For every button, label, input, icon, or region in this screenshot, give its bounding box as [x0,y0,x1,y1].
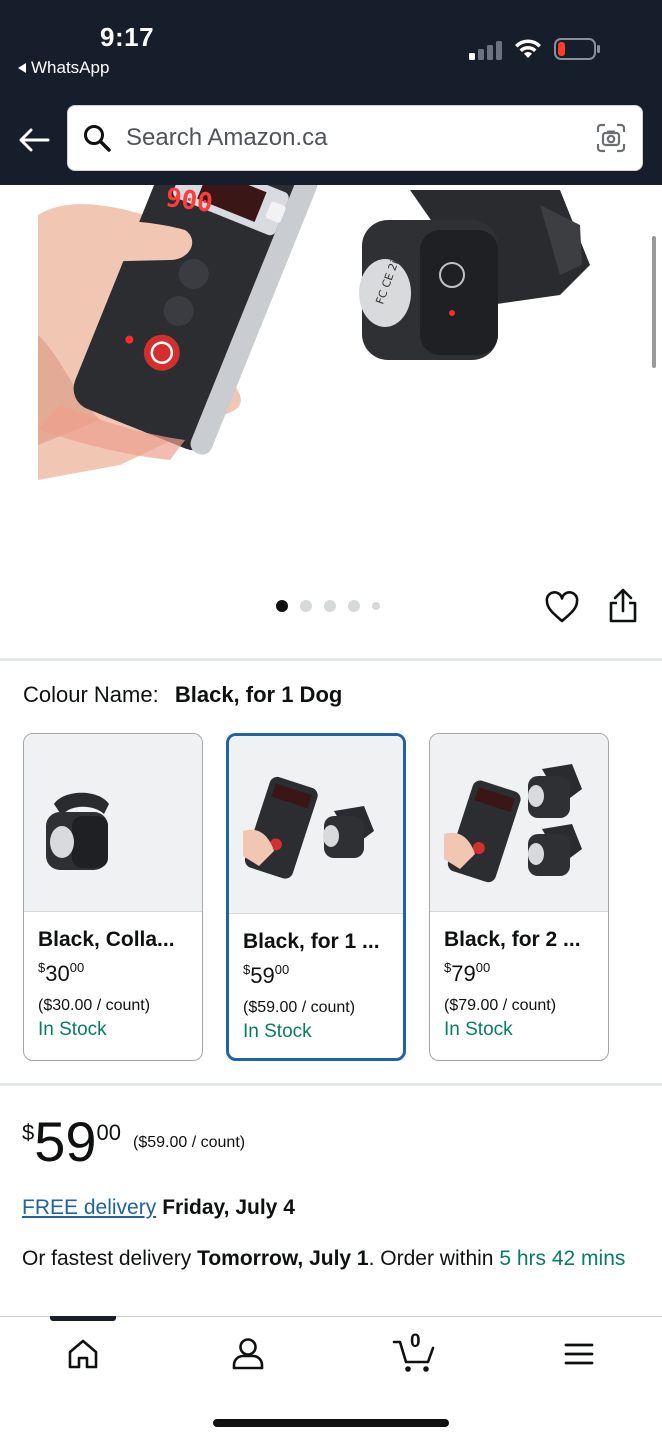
fastest-delivery-prefix: Or fastest delivery [22,1247,192,1270]
swatch-availability: In Stock [243,1021,312,1042]
order-within-prefix: . Order within [368,1247,494,1270]
back-to-app-link[interactable]: WhatsApp [18,58,109,78]
carousel-pagination[interactable] [276,600,380,612]
swatch-image [430,734,608,912]
home-icon[interactable] [63,1334,103,1374]
back-triangle-icon [18,63,26,73]
product-price: $ 59 00 ($59.00 / count) [22,1114,245,1170]
swatch-availability: In Stock [444,1019,513,1040]
account-icon[interactable] [228,1334,268,1374]
swatch-availability: In Stock [38,1019,107,1040]
active-tab-indicator [50,1316,116,1321]
share-icon[interactable] [606,587,640,625]
cellular-signal-icon [469,40,503,60]
free-delivery-link[interactable]: FREE delivery [22,1196,156,1219]
swatch-price: $3000 [38,960,85,986]
swatch-name: Black, Colla... [38,928,175,951]
colour-name-label: Colour Name: [23,682,159,707]
swatch-unit-price: ($59.00 / count) [243,999,356,1016]
carousel-dot[interactable] [348,600,360,612]
colour-selected-value: Black, for 1 Dog [174,682,343,707]
carousel-dot[interactable] [324,600,336,612]
section-divider [0,1083,662,1086]
cart-button[interactable]: 0 [392,1331,438,1374]
search-icon [84,125,111,152]
price-per-unit: ($59.00 / count) [133,1134,246,1151]
wifi-icon [515,39,541,58]
battery-low-icon [554,38,600,60]
back-arrow-icon[interactable] [16,122,52,158]
heart-icon[interactable] [544,590,580,626]
carousel-dot[interactable] [300,600,312,612]
price-currency: $ [22,1120,35,1145]
search-input[interactable]: Search Amazon.ca [126,124,596,152]
swatch-price: $7900 [444,960,491,986]
product-image: 900 FC CE 2in1 [38,185,590,480]
status-time: 9:17 [100,22,155,52]
swatch-unit-price: ($79.00 / count) [444,997,557,1014]
section-divider [0,658,662,661]
search-bar[interactable]: Search Amazon.ca [67,105,643,171]
swatch-image [229,736,403,914]
carousel-dot-active[interactable] [276,600,288,612]
fastest-delivery-date: Tomorrow, July 1 [197,1247,369,1270]
home-indicator[interactable] [213,1419,449,1427]
menu-icon[interactable] [559,1334,599,1374]
product-image-carousel[interactable]: 900 FC CE 2in1 [0,185,662,585]
swatch-price: $5900 [243,962,290,988]
colour-swatch-collar[interactable]: Black, Colla... $3000 ($30.00 / count) I… [23,733,203,1061]
carousel-dot[interactable] [372,602,380,610]
price-whole: 59 [34,1110,97,1173]
colour-name-row: Colour Name: Black, for 1 Dog [23,682,342,708]
swatch-name: Black, for 1 ... [243,930,380,953]
colour-swatch-1-dog[interactable]: Black, for 1 ... $5900 ($59.00 / count) … [226,733,406,1061]
colour-swatch-2-dogs[interactable]: Black, for 2 ... $7900 ($79.00 / count) … [429,733,609,1061]
page-scrollbar[interactable] [652,236,656,368]
swatch-unit-price: ($30.00 / count) [38,997,151,1014]
back-app-label: WhatsApp [31,58,110,77]
swatch-image [24,734,202,912]
swatch-name: Black, for 2 ... [444,928,581,951]
app-header: 9:17 WhatsApp Search Amazon.ca [0,0,662,185]
order-countdown: 5 hrs 42 mins [499,1247,626,1270]
camera-search-icon[interactable] [596,123,626,153]
free-delivery-row: FREE delivery Friday, July 4 [22,1196,295,1220]
fastest-delivery-row: Or fastest delivery Tomorrow, July 1. Or… [22,1244,642,1274]
price-fraction: 00 [96,1120,122,1145]
free-delivery-date: Friday, July 4 [162,1196,295,1219]
cart-count: 0 [410,1331,421,1352]
